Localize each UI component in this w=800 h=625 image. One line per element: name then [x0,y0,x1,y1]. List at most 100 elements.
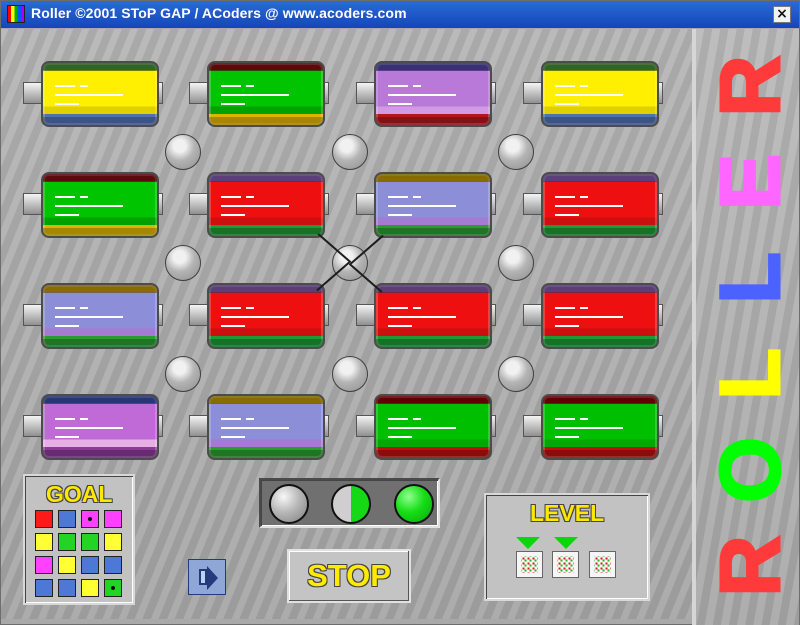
roller-markings [55,85,133,109]
roller-markings [555,196,633,220]
goal-panel: GOAL [23,474,135,605]
roller-body [41,283,159,349]
roller-markings [388,196,466,220]
logo-letter-r-top: R [702,54,799,118]
goal-cell-3-0 [35,579,53,597]
goal-cell-1-0 [35,533,53,551]
roller-markings [221,85,299,109]
level-marker-2 [554,537,578,549]
roller-markings [221,307,299,331]
roller-body [541,283,659,349]
goal-cell-1-3 [104,533,122,551]
roller-markings [555,307,633,331]
roller-body [41,61,159,127]
knob-2-0[interactable] [165,356,201,392]
roller-body [374,283,492,349]
knob-0-2[interactable] [498,134,534,170]
level-panel: LEVEL [484,493,650,601]
roller-3-0[interactable] [23,394,163,460]
roller-markings [55,307,133,331]
roller-0-1[interactable] [189,61,329,127]
roller-markings [55,196,133,220]
roller-body [207,61,325,127]
roller-markings [555,418,633,442]
knob-0-0[interactable] [165,134,201,170]
roller-3-2[interactable] [356,394,496,460]
speaker-icon[interactable] [188,559,226,595]
lamp-on [394,484,434,524]
roller-3-1[interactable] [189,394,329,460]
roller-0-0[interactable] [23,61,163,127]
roller-markings [221,418,299,442]
logo-letter-e: E [702,152,799,211]
app-icon [7,5,25,23]
roller-body [207,283,325,349]
lamp-off [269,484,309,524]
roller-3-3[interactable] [523,394,663,460]
roller-1-3[interactable] [523,172,663,238]
roller-0-3[interactable] [523,61,663,127]
goal-cell-2-3 [104,556,122,574]
goal-cell-0-3 [104,510,122,528]
roller-body [207,172,325,238]
roller-markings [55,418,133,442]
goal-cell-0-0 [35,510,53,528]
goal-title: GOAL [46,481,113,507]
knob-0-1[interactable] [332,134,368,170]
roller-body [374,394,492,460]
level-button-2[interactable] [552,551,579,578]
knob-2-1[interactable] [332,356,368,392]
roller-body [541,172,659,238]
window-title: Roller ©2001 SToP GAP / ACoders @ www.ac… [31,5,407,21]
level-marker-1 [516,537,540,549]
roller-body [374,61,492,127]
goal-cell-3-2 [81,579,99,597]
goal-cell-2-0 [35,556,53,574]
close-button[interactable]: × [773,6,791,23]
status-lamps [259,478,440,528]
goal-cell-0-2 [81,510,99,528]
goal-cell-1-2 [81,533,99,551]
roller-1-1[interactable] [189,172,329,238]
roller-game-window: Roller ©2001 SToP GAP / ACoders @ www.ac… [0,0,800,625]
roller-body [207,394,325,460]
logo-letter-l1: L [702,251,799,305]
roller-2-0[interactable] [23,283,163,349]
knob-1-2[interactable] [498,245,534,281]
goal-marker-icon [111,586,115,590]
goal-cell-3-1 [58,579,76,597]
knob-1-0[interactable] [165,245,201,281]
roller-markings [388,418,466,442]
goal-grid [35,510,123,598]
level-button-3[interactable] [589,551,616,578]
roller-2-2[interactable] [356,283,496,349]
roller-2-3[interactable] [523,283,663,349]
logo-letter-o: O [702,436,799,504]
roller-markings [388,85,466,109]
roller-2-1[interactable] [189,283,329,349]
roller-body [41,394,159,460]
roller-body [541,394,659,460]
roller-logo: R E L L O R [702,43,799,611]
goal-cell-3-3 [104,579,122,597]
roller-markings [388,307,466,331]
roller-markings [221,196,299,220]
goal-cell-1-1 [58,533,76,551]
roller-1-0[interactable] [23,172,163,238]
stop-button[interactable]: STOP [287,549,411,603]
lamp-half [331,484,371,524]
title-bar[interactable]: Roller ©2001 SToP GAP / ACoders @ www.ac… [1,1,799,28]
roller-body [374,172,492,238]
logo-letter-r-bottom: R [702,534,799,598]
roller-0-2[interactable] [356,61,496,127]
level-button-1[interactable] [516,551,543,578]
goal-marker-icon [88,517,92,521]
logo-letter-l2: L [702,347,799,401]
goal-cell-0-1 [58,510,76,528]
goal-cell-2-2 [81,556,99,574]
roller-body [541,61,659,127]
level-title: LEVEL [530,500,605,526]
roller-1-2[interactable] [356,172,496,238]
knob-2-2[interactable] [498,356,534,392]
roller-markings [555,85,633,109]
